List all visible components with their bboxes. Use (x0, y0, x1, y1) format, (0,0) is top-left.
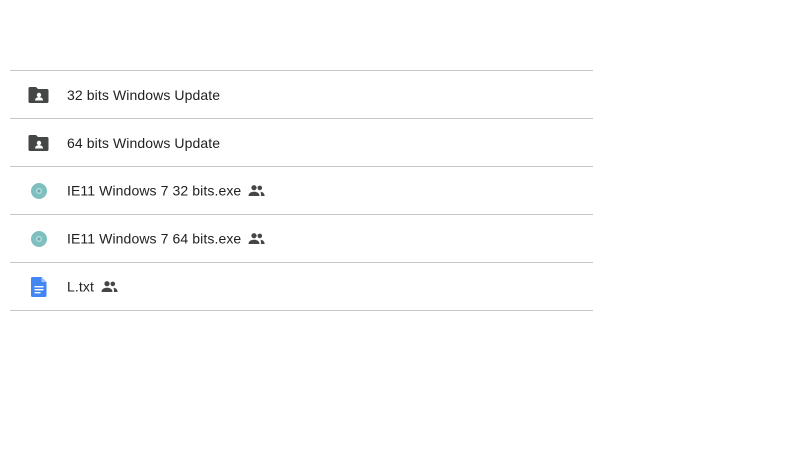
file-row[interactable]: 64 bits Windows Update (10, 119, 593, 167)
file-row[interactable]: IE11 Windows 7 64 bits.exe (10, 215, 593, 263)
file-list: 32 bits Windows Update 64 bits Windows U… (10, 70, 593, 311)
file-row[interactable]: L.txt (10, 263, 593, 311)
disc-icon (28, 228, 50, 250)
file-row[interactable]: IE11 Windows 7 32 bits.exe (10, 167, 593, 215)
document-icon (28, 276, 50, 298)
disc-icon (28, 180, 50, 202)
file-name: IE11 Windows 7 32 bits.exe (67, 182, 242, 199)
shared-users-icon (248, 230, 265, 247)
shared-users-icon (101, 278, 118, 295)
file-name: IE11 Windows 7 64 bits.exe (67, 230, 242, 247)
shared-users-icon (248, 182, 265, 199)
shared-folder-icon (28, 132, 50, 154)
file-name: L.txt (67, 278, 94, 295)
shared-folder-icon (28, 84, 50, 106)
file-name: 64 bits Windows Update (67, 134, 221, 151)
file-name: 32 bits Windows Update (67, 86, 221, 103)
file-row[interactable]: 32 bits Windows Update (10, 71, 593, 119)
